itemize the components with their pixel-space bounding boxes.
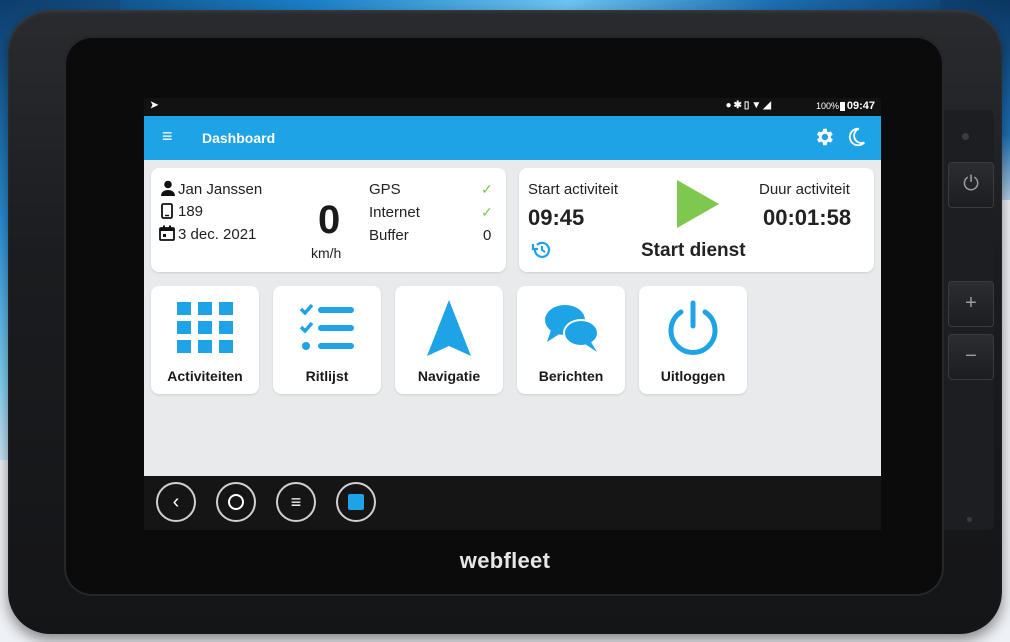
grid-icon <box>177 302 233 353</box>
back-icon[interactable]: ‹ <box>156 482 196 522</box>
driver-name: Jan Janssen <box>178 181 263 198</box>
status-bar: ➤ ●✱▯▼◢ 100% 09:47 <box>144 98 881 116</box>
buffer-value: 0 <box>483 227 492 244</box>
tile-uitloggen[interactable]: Uitloggen <box>639 286 747 394</box>
history-icon[interactable] <box>530 238 554 262</box>
speed-unit: km/h <box>311 245 342 261</box>
phone-icon <box>161 203 173 219</box>
battery-level: 100% <box>815 101 839 111</box>
screen: ➤ ●✱▯▼◢ 100% 09:47 ≡ Dashboard Jan Janss… <box>144 98 881 530</box>
tile-label: Ritlijst <box>305 368 349 384</box>
sensor-dot <box>962 133 969 140</box>
tile-label: Activiteiten <box>167 368 243 384</box>
tile-ritlijst[interactable]: Ritlijst <box>273 286 381 394</box>
app-icon[interactable] <box>336 482 376 522</box>
activity-card[interactable]: Start activiteit 09:45 Start dienst Duur… <box>519 168 874 272</box>
tile-navigatie[interactable]: Navigatie <box>395 286 503 394</box>
chat-icon <box>545 305 599 352</box>
gps-label: GPS <box>369 181 401 198</box>
navigation-arrow-icon <box>427 300 471 356</box>
start-activity-label: Start activiteit <box>528 181 619 198</box>
volume-down-button[interactable]: − <box>948 334 994 380</box>
driver-info-card: Jan Janssen 189 3 dec. 2021 0 km/h GPS ✓… <box>151 168 506 272</box>
start-activity-time: 09:45 <box>528 205 585 230</box>
power-hardware-button[interactable]: ⏻ <box>948 162 994 208</box>
mic-dot <box>967 517 972 522</box>
play-icon[interactable] <box>677 180 719 228</box>
speed-value: 0 <box>318 198 341 242</box>
internet-label: Internet <box>369 204 420 221</box>
driver-date: 3 dec. 2021 <box>178 226 257 243</box>
checklist-icon <box>299 303 354 350</box>
person-icon <box>161 180 175 196</box>
tile-berichten[interactable]: Berichten <box>517 286 625 394</box>
internet-status-check-icon: ✓ <box>481 204 493 220</box>
bluetooth-icon: ✱ <box>733 100 744 111</box>
buffer-label: Buffer <box>369 227 409 244</box>
driver-phone: 189 <box>178 203 204 220</box>
battery-icon <box>840 102 845 111</box>
app-bar: ≡ Dashboard <box>144 116 881 160</box>
page-title: Dashboard <box>202 130 276 146</box>
gear-icon[interactable] <box>813 126 835 148</box>
navigation-notification-icon: ➤ <box>150 100 159 111</box>
duration-value: 00:01:58 <box>763 205 852 230</box>
status-time: 09:47 <box>846 100 875 112</box>
tile-label: Navigatie <box>417 368 481 384</box>
tile-label: Berichten <box>538 368 604 384</box>
menu-icon[interactable]: ≡ <box>162 126 173 146</box>
wifi-icon: ▼ <box>751 100 764 111</box>
duration-label: Duur activiteit <box>759 181 850 198</box>
calendar-icon <box>159 225 175 241</box>
gps-status-check-icon: ✓ <box>481 181 493 197</box>
signal-icon: ◢ <box>763 100 773 111</box>
menu-icon[interactable]: ≡ <box>276 482 316 522</box>
brand-logo: webfleet <box>459 548 551 573</box>
home-icon[interactable] <box>216 482 256 522</box>
power-icon <box>668 300 718 355</box>
tile-label: Uitloggen <box>660 368 726 384</box>
status-icons: ●✱▯▼◢ <box>725 100 773 111</box>
tile-activiteiten[interactable]: Activiteiten <box>151 286 259 394</box>
start-shift-label[interactable]: Start dienst <box>641 240 746 262</box>
android-nav-bar: ‹ ≡ <box>144 476 881 530</box>
moon-icon[interactable] <box>845 126 867 148</box>
volume-up-button[interactable]: + <box>948 281 994 327</box>
